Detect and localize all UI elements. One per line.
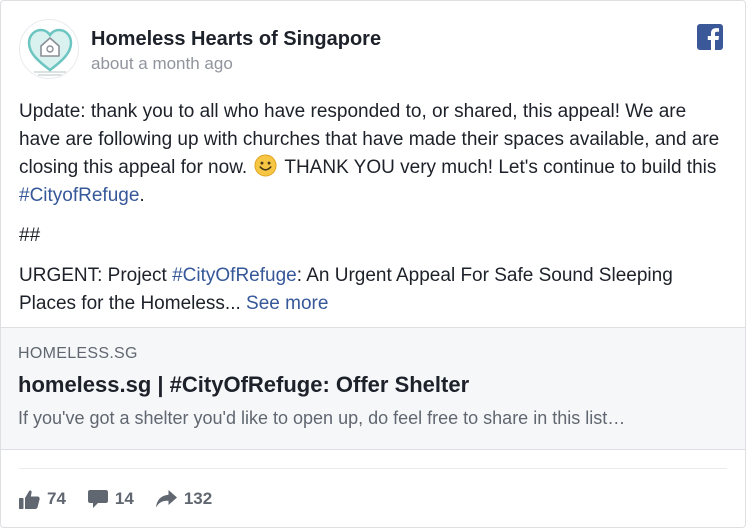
see-more-link[interactable]: See more [246,293,328,314]
post-header: Homeless Hearts of Singapore about a mon… [19,19,727,79]
like-icon [19,490,40,509]
comment-icon [87,490,108,508]
urgent-paragraph: URGENT: Project #CityOfRefuge: An Urgent… [19,262,729,318]
share-icon [155,490,177,508]
house-heart-logo-icon [27,28,73,76]
comment-button[interactable]: 14 [87,489,134,509]
comment-count: 14 [114,489,134,508]
separator-paragraph: ## [19,225,41,246]
link-title[interactable]: homeless.sg | #CityOfRefuge: Offer Shelt… [18,372,469,398]
link-description: If you've got a shelter you'd like to op… [18,408,626,428]
share-button[interactable]: 132 [155,489,213,509]
hashtag-link-cityofrefuge[interactable]: #CityofRefuge [19,185,139,206]
urgent-text-start: URGENT: Project [19,265,173,286]
page-avatar[interactable] [19,19,79,79]
actions-divider [19,468,727,469]
smile-emoji-icon [254,154,277,177]
link-domain: HOMELESS.SG [18,345,138,362]
post-timestamp[interactable]: about a month ago [91,54,233,74]
hashtag-link-cityofrefuge-2[interactable]: #CityOfRefuge [172,265,297,286]
update-paragraph: Update: thank you to all who have respon… [19,98,729,210]
like-button[interactable]: 74 [19,489,66,509]
share-count: 132 [183,489,213,508]
thank-you-text: THANK YOU very much! Let's continue to b… [279,157,717,178]
facebook-logo-icon[interactable] [697,24,723,50]
post-message: Update: thank you to all who have respon… [19,98,729,330]
like-count: 74 [47,489,66,508]
page-name-link[interactable]: Homeless Hearts of Singapore [91,28,381,51]
update-end-text: . [139,185,145,206]
link-preview-card[interactable]: HOMELESS.SG homeless.sg | #CityOfRefuge:… [1,327,745,450]
facebook-embedded-post: Homeless Hearts of Singapore about a mon… [0,0,746,528]
post-actions-bar: 74 14 132 [19,483,234,515]
